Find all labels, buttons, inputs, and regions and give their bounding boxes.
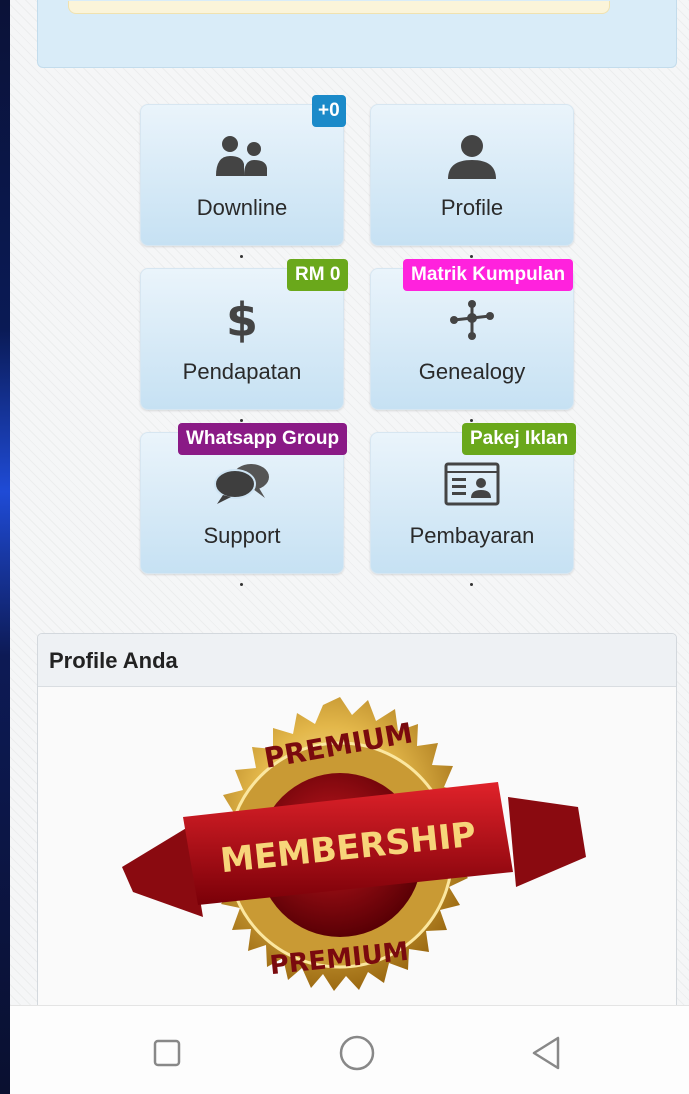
- id-card-icon: [371, 459, 573, 509]
- dot: [240, 419, 243, 422]
- pakej-iklan-badge[interactable]: Pakej Iklan: [462, 423, 577, 455]
- tile-support-label: Support: [203, 523, 281, 548]
- genealogy-badge: Matrik Kumpulan: [403, 259, 574, 291]
- dot: [470, 583, 473, 586]
- chat-bubbles-icon: [141, 459, 343, 509]
- dot: [240, 255, 243, 258]
- users-icon: [141, 131, 343, 181]
- tile-profile[interactable]: Profile: [370, 104, 574, 246]
- downline-count-badge: +0: [312, 95, 346, 127]
- system-navigation-bar: [10, 1005, 689, 1094]
- dot: [470, 255, 473, 258]
- whatsapp-group-badge[interactable]: Whatsapp Group: [178, 423, 348, 455]
- recent-apps-icon[interactable]: [153, 1039, 181, 1072]
- network-icon: [371, 295, 573, 345]
- premium-membership-badge: MEMBERSHIP PREMIUM PREMIUM: [38, 687, 676, 1005]
- dot: [240, 583, 243, 586]
- home-icon[interactable]: [339, 1035, 375, 1076]
- dashboard-page: Downline +0 Profile $ Pendapatan RM 0 Ge…: [10, 0, 689, 1005]
- profile-panel: Profile Anda MEMBERSHIP PREMIUM PREMIUM: [37, 633, 677, 1005]
- dollar-icon: $: [225, 293, 258, 347]
- top-panel: [37, 0, 677, 68]
- user-icon: [371, 131, 573, 181]
- tile-profile-label: Profile: [440, 195, 504, 220]
- tile-pendapatan-label: Pendapatan: [182, 359, 302, 384]
- dot: [470, 419, 473, 422]
- back-icon[interactable]: [530, 1035, 562, 1076]
- tile-pembayaran-label: Pembayaran: [409, 523, 535, 548]
- income-badge: RM 0: [287, 259, 349, 291]
- tile-genealogy-label: Genealogy: [418, 359, 526, 384]
- profile-panel-title: Profile Anda: [38, 634, 676, 687]
- notice-bar: [68, 1, 610, 14]
- tile-downline-label: Downline: [196, 195, 288, 220]
